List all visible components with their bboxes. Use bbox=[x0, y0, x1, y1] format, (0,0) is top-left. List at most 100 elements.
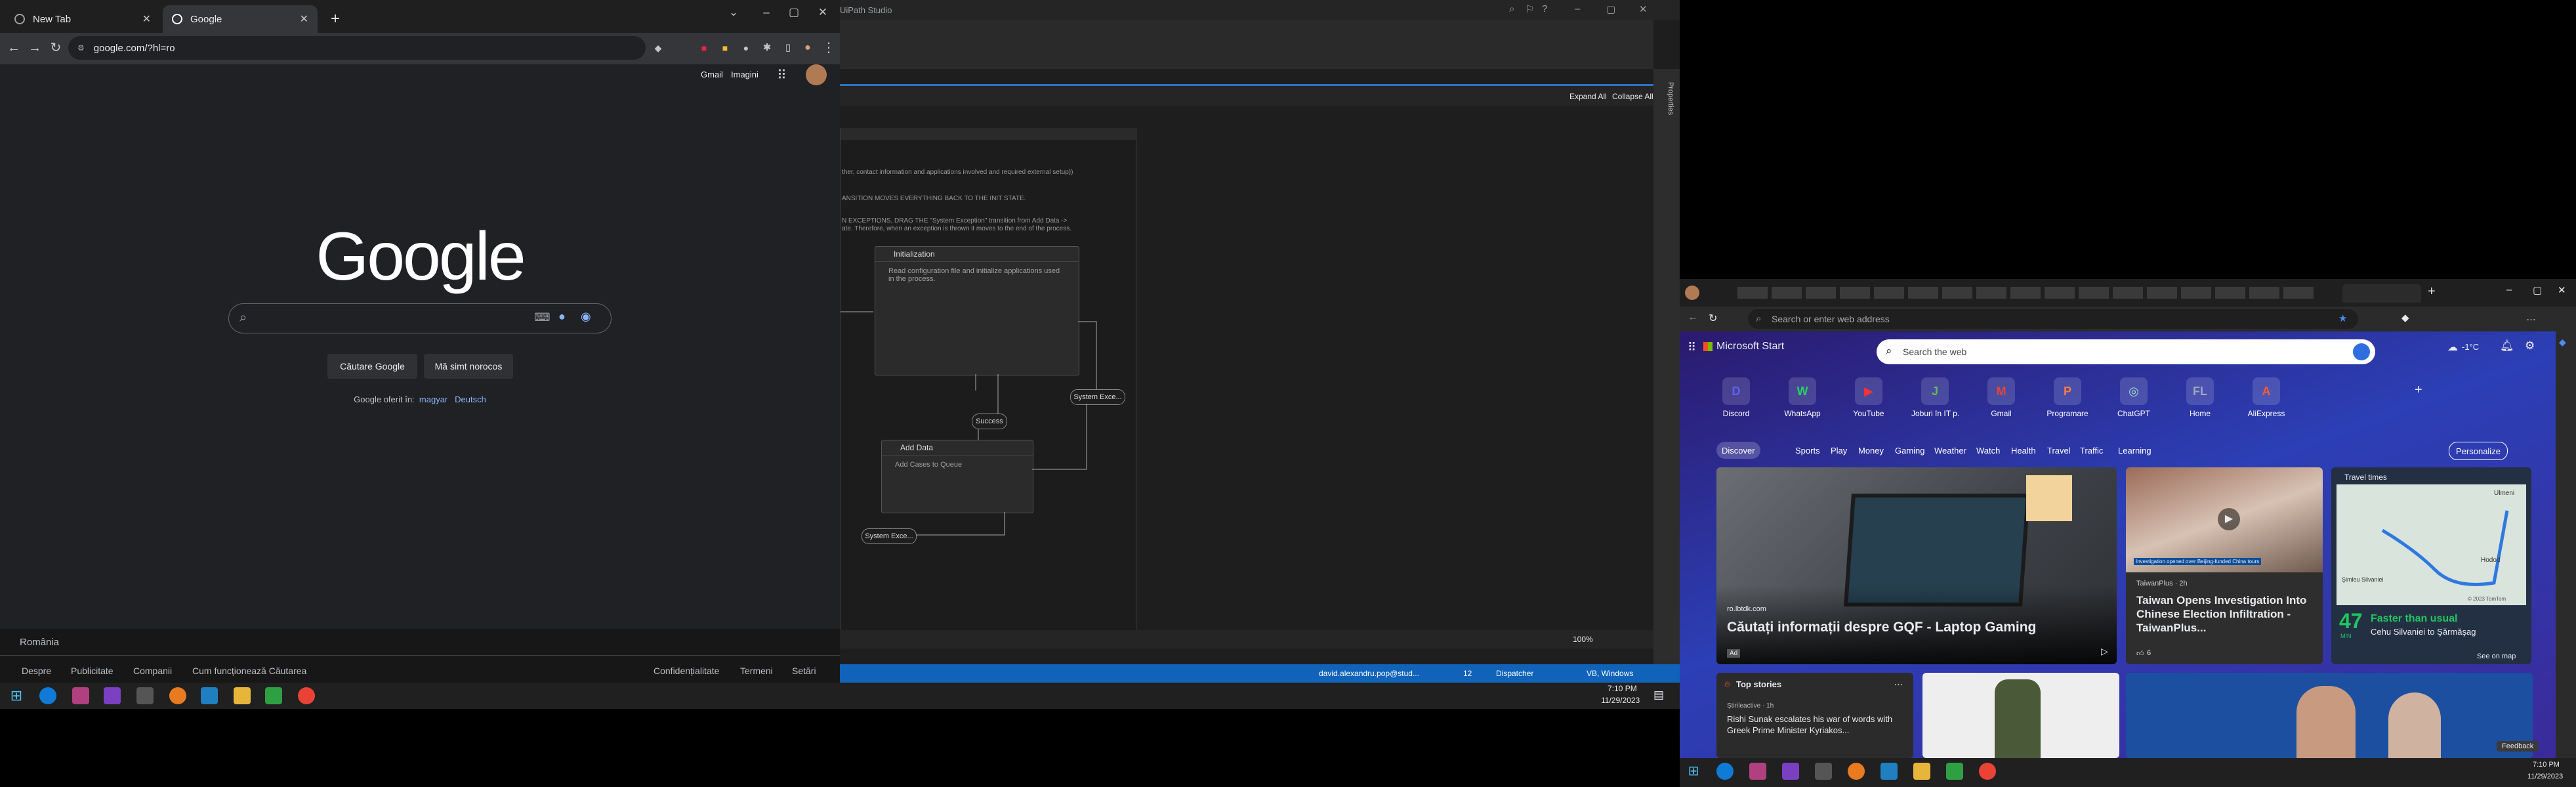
quicklink-gmail[interactable]: M Gmail bbox=[1978, 377, 2025, 418]
quicklink-youtube[interactable]: ▶ YouTube bbox=[1845, 377, 1892, 418]
menu-icon[interactable]: ⋮ bbox=[820, 39, 837, 56]
tab-new-tab[interactable]: New Tab ✕ bbox=[5, 5, 160, 33]
top-stories-card[interactable]: 🔥︎ Top stories … Știrileactive · 1h Rish… bbox=[1716, 673, 1913, 758]
app-taskbar-icon[interactable] bbox=[1749, 763, 1766, 780]
language-link-deutsch[interactable]: Deutsch bbox=[455, 394, 486, 404]
site-info-icon[interactable]: ⚙ bbox=[77, 43, 85, 53]
feed-tab-sports[interactable]: Sports bbox=[1795, 442, 1820, 459]
footer-link-settings[interactable]: Setări bbox=[792, 666, 816, 676]
feedback-button[interactable]: Feedback bbox=[2497, 741, 2539, 752]
back-icon[interactable]: ← bbox=[1688, 312, 1698, 324]
footer-link-terms[interactable]: Termeni bbox=[740, 666, 773, 676]
notifications-bell-icon[interactable]: 🔔︎ bbox=[2500, 339, 2514, 352]
brand-title[interactable]: Microsoft Start bbox=[1716, 341, 1784, 352]
bing-chat-icon[interactable] bbox=[2353, 343, 2370, 360]
footer-link-how-search-works[interactable]: Cum funcționează Căutarea bbox=[192, 666, 306, 676]
extension-icon[interactable]: ■ bbox=[696, 39, 713, 56]
blender-icon[interactable] bbox=[1848, 763, 1865, 780]
minimize-icon[interactable]: – bbox=[2506, 284, 2512, 295]
story-image-card[interactable] bbox=[2126, 673, 2533, 758]
extension-icon[interactable]: ● bbox=[737, 39, 755, 56]
feed-tab-discover[interactable]: Discover bbox=[1716, 442, 1760, 459]
quicklink-aliexpress[interactable]: A AliExpress bbox=[2243, 377, 2290, 418]
tab-search-icon[interactable]: ⌄ bbox=[722, 4, 745, 21]
notification-icon[interactable]: ▤ bbox=[1653, 689, 1664, 702]
address-bar[interactable]: ⚙ google.com/?hl=ro bbox=[68, 36, 646, 60]
copilot-icon[interactable]: ◆ bbox=[2559, 337, 2566, 348]
keyboard-icon[interactable]: ⌨ bbox=[534, 311, 551, 324]
blender-icon[interactable] bbox=[169, 687, 186, 704]
language-link-magyar[interactable]: magyar bbox=[419, 394, 447, 404]
feeling-lucky-button[interactable]: Mă simt norocos bbox=[424, 354, 513, 379]
help-icon[interactable]: ? bbox=[1542, 3, 1547, 14]
play-icon[interactable]: ▷ bbox=[2101, 646, 2108, 657]
maximize-icon[interactable]: ▢ bbox=[782, 4, 806, 21]
profile-avatar[interactable]: ● bbox=[799, 39, 816, 56]
taskbar-date[interactable]: 11/29/2023 bbox=[1601, 696, 1640, 705]
extension-icon[interactable]: ■ bbox=[717, 39, 734, 56]
maximize-icon[interactable]: ▢ bbox=[2533, 284, 2542, 296]
feed-tab-watch[interactable]: Watch bbox=[1976, 442, 2000, 459]
forward-icon[interactable]: → bbox=[26, 39, 43, 56]
google-search-box[interactable]: ⌕ ⌨ ● ◉ bbox=[228, 303, 612, 333]
status-count[interactable]: 12 bbox=[1463, 669, 1472, 678]
google-search-button[interactable]: Căutare Google bbox=[327, 354, 417, 379]
close-tab-icon[interactable]: ✕ bbox=[142, 12, 151, 26]
taskbar-clock[interactable]: 7:10 PM bbox=[2533, 761, 2560, 769]
tab-strip[interactable] bbox=[1737, 287, 2315, 299]
add-shortcut-icon[interactable]: + bbox=[2415, 383, 2422, 398]
news-title[interactable]: Taiwan Opens Investigation Into Chinese … bbox=[2136, 593, 2315, 635]
address-placeholder[interactable]: Search or enter web address bbox=[1772, 314, 1890, 324]
feed-tab-play[interactable]: Play bbox=[1831, 442, 1847, 459]
web-search-box[interactable]: ⌕ Search the web bbox=[1877, 339, 2375, 364]
weather-temp[interactable]: -1°C bbox=[2462, 342, 2479, 352]
close-icon[interactable]: ✕ bbox=[811, 4, 835, 21]
taskbar-date[interactable]: 11/29/2023 bbox=[2527, 773, 2563, 780]
extension-icon[interactable]: ◆ bbox=[650, 39, 667, 56]
play-video-icon[interactable]: ▶ bbox=[2218, 508, 2240, 530]
file-explorer-icon[interactable] bbox=[234, 687, 251, 704]
close-icon[interactable]: ✕ bbox=[2558, 284, 2566, 296]
see-on-map-link[interactable]: See on map bbox=[2477, 652, 2516, 660]
uipath-icon[interactable] bbox=[201, 687, 218, 704]
ad-card[interactable]: ro.lbtdk.com Căutați informații despre G… bbox=[1716, 467, 2117, 664]
app-taskbar-icon[interactable] bbox=[1946, 763, 1963, 780]
uipath-icon[interactable] bbox=[1880, 763, 1898, 780]
chrome-taskbar-icon[interactable] bbox=[298, 687, 315, 704]
app-taskbar-icon[interactable] bbox=[265, 687, 282, 704]
footer-link-advertising[interactable]: Publicitate bbox=[71, 666, 114, 676]
account-avatar[interactable] bbox=[806, 64, 827, 85]
feed-tab-travel[interactable]: Travel bbox=[2047, 442, 2071, 459]
new-tab-button[interactable]: + bbox=[2428, 284, 2436, 299]
tab-google[interactable]: Google ✕ bbox=[163, 5, 318, 33]
quicklink-jobs[interactable]: J Joburi în IT p... bbox=[1911, 377, 1959, 418]
maximize-icon[interactable]: ▢ bbox=[1606, 3, 1615, 15]
visual-studio-icon[interactable] bbox=[104, 687, 121, 704]
edge-address-bar[interactable]: ⌕ Search or enter web address ★ bbox=[1748, 309, 2358, 329]
status-user[interactable]: david.alexandru.pop@stud... bbox=[1319, 669, 1419, 678]
chrome-taskbar-icon[interactable] bbox=[1979, 763, 1996, 780]
edge-taskbar-icon[interactable] bbox=[39, 687, 56, 704]
windows-start-icon[interactable]: ⊞ bbox=[8, 687, 25, 704]
windows-start-icon[interactable]: ⊞ bbox=[1685, 763, 1702, 780]
quicklink-home[interactable]: FL Home bbox=[2176, 377, 2224, 418]
profile-avatar[interactable] bbox=[1685, 286, 1699, 300]
quicklink-chatgpt[interactable]: ◎ ChatGPT bbox=[2110, 377, 2157, 418]
travel-map[interactable]: Ulmeni Hodod Şimleu Silvaniei © 2023 Tom… bbox=[2337, 484, 2526, 605]
taskbar-clock[interactable]: 7:10 PM bbox=[1608, 684, 1637, 693]
new-tab-button[interactable]: + bbox=[322, 5, 345, 33]
feed-tab-gaming[interactable]: Gaming bbox=[1895, 442, 1925, 459]
favorite-star-icon[interactable]: ★ bbox=[2338, 312, 2347, 324]
feed-tab-learning[interactable]: Learning bbox=[2118, 442, 2151, 459]
story-image-card[interactable] bbox=[1922, 673, 2119, 758]
edge-taskbar-icon[interactable] bbox=[1716, 763, 1734, 780]
travel-card[interactable]: Travel times Ulmeni Hodod Şimleu Silvani… bbox=[2331, 467, 2531, 664]
collapse-all-button[interactable]: Collapse All bbox=[1612, 92, 1653, 101]
quicklink-programare[interactable]: P Programare bbox=[2044, 377, 2091, 418]
quicklink-whatsapp[interactable]: W WhatsApp bbox=[1779, 377, 1826, 418]
unity-icon[interactable] bbox=[136, 687, 154, 704]
tab-new-tab-active[interactable] bbox=[2342, 284, 2421, 303]
personalize-button[interactable]: Personalize bbox=[2449, 442, 2508, 460]
story-title[interactable]: Rishi Sunak escalates his war of words w… bbox=[1727, 713, 1904, 736]
visual-studio-icon[interactable] bbox=[1782, 763, 1799, 780]
